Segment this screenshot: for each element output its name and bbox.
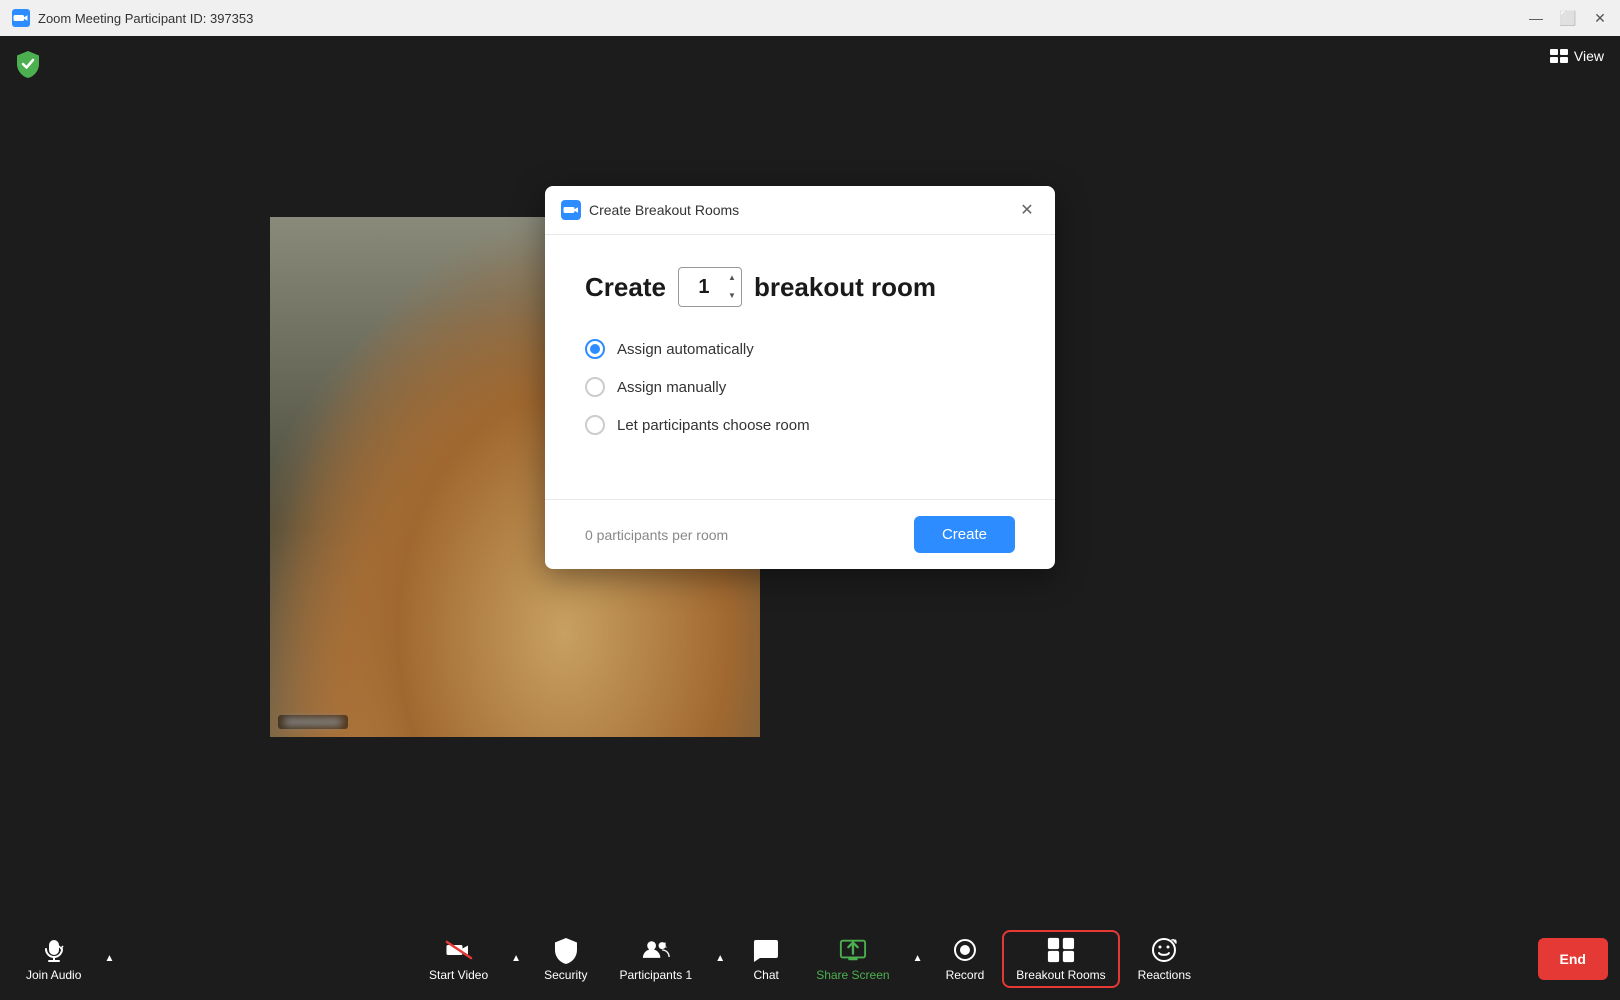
let-participants-choose-option[interactable]: Let participants choose room (585, 415, 1015, 435)
join-audio-button[interactable]: Join Audio (12, 930, 95, 988)
svg-text:1: 1 (663, 942, 667, 949)
toolbar: Join Audio ▲ Start Video ▲ (0, 917, 1620, 1000)
assign-auto-radio[interactable] (585, 339, 605, 359)
chat-button[interactable]: Chat (734, 930, 798, 988)
title-bar-left: Zoom Meeting Participant ID: 397353 (12, 9, 253, 27)
dialog-close-button[interactable]: ✕ (1015, 198, 1039, 222)
participants-choose-radio[interactable] (585, 415, 605, 435)
participants-icon: 1 (642, 936, 670, 964)
record-icon (951, 936, 979, 964)
participants-label: Participants 1 (619, 968, 692, 982)
toolbar-right: End (1538, 938, 1608, 980)
share-screen-label: Share Screen (816, 968, 889, 982)
breakout-rooms-label: Breakout Rooms (1016, 968, 1105, 982)
participants-button[interactable]: 1 Participants 1 (605, 930, 706, 988)
create-breakout-rooms-button[interactable]: Create (914, 516, 1015, 553)
share-screen-icon (839, 936, 867, 964)
zoom-dialog-icon (561, 200, 581, 220)
reactions-icon (1150, 936, 1178, 964)
toolbar-left: Join Audio ▲ (12, 930, 119, 988)
assign-automatically-option[interactable]: Assign automatically (585, 339, 1015, 359)
security-toolbar-icon (552, 936, 580, 964)
start-video-button[interactable]: Start Video (415, 930, 502, 988)
title-bar-controls: — ⬜ ✕ (1528, 10, 1608, 26)
participants-per-room-info: 0 participants per room (585, 527, 728, 543)
zoom-icon (12, 9, 30, 27)
close-button[interactable]: ✕ (1592, 10, 1608, 26)
start-video-icon (445, 936, 473, 964)
join-audio-label: Join Audio (26, 968, 81, 982)
main-content: View Create Breakout Rooms ✕ Cr (0, 36, 1620, 917)
security-button[interactable]: Security (530, 930, 601, 988)
room-count-wrapper: ▲ ▼ (678, 267, 742, 307)
assign-auto-label: Assign automatically (617, 341, 754, 358)
view-label: View (1574, 48, 1604, 64)
breakout-rooms-button[interactable]: Breakout Rooms (1002, 930, 1119, 988)
assign-manual-radio[interactable] (585, 377, 605, 397)
reactions-label: Reactions (1138, 968, 1191, 982)
decrement-button[interactable]: ▼ (724, 287, 740, 305)
chat-icon (752, 936, 780, 964)
participants-chevron[interactable]: ▲ (710, 939, 730, 979)
spinner-buttons: ▲ ▼ (724, 269, 740, 305)
increment-button[interactable]: ▲ (724, 269, 740, 287)
assignment-options: Assign automatically Assign manually Let… (585, 339, 1015, 435)
reactions-button[interactable]: Reactions (1124, 930, 1205, 988)
security-shield-icon (12, 48, 44, 80)
title-bar: Zoom Meeting Participant ID: 397353 — ⬜ … (0, 0, 1620, 36)
dialog-header-left: Create Breakout Rooms (561, 200, 739, 220)
title-bar-title: Zoom Meeting Participant ID: 397353 (38, 11, 253, 26)
start-video-chevron[interactable]: ▲ (506, 939, 526, 979)
maximize-button[interactable]: ⬜ (1560, 10, 1576, 26)
breakout-rooms-icon (1047, 936, 1075, 964)
join-audio-chevron[interactable]: ▲ (99, 939, 119, 979)
record-button[interactable]: Record (932, 930, 999, 988)
participant-name-tag (278, 715, 348, 729)
join-audio-icon (40, 936, 68, 964)
record-label: Record (946, 968, 985, 982)
share-screen-button[interactable]: Share Screen (802, 930, 903, 988)
share-screen-chevron[interactable]: ▲ (908, 939, 928, 979)
dialog-title: Create Breakout Rooms (589, 202, 739, 218)
end-button[interactable]: End (1538, 938, 1608, 980)
create-rooms-header: Create ▲ ▼ breakout room (585, 267, 1015, 307)
toolbar-center: Start Video ▲ Security 1 (415, 930, 1205, 988)
create-text: Create (585, 272, 666, 303)
dialog-footer: 0 participants per room Create (545, 499, 1055, 569)
assign-manual-label: Assign manually (617, 379, 726, 396)
breakout-rooms-dialog: Create Breakout Rooms ✕ Create ▲ ▼ break… (545, 186, 1055, 569)
chat-label: Chat (754, 968, 779, 982)
security-label: Security (544, 968, 587, 982)
assign-manually-option[interactable]: Assign manually (585, 377, 1015, 397)
breakout-room-text: breakout room (754, 272, 936, 303)
view-button[interactable]: View (1550, 48, 1604, 64)
dialog-body: Create ▲ ▼ breakout room Assign automati… (545, 235, 1055, 499)
start-video-label: Start Video (429, 968, 488, 982)
grid-view-icon (1550, 49, 1568, 63)
participants-choose-label: Let participants choose room (617, 417, 810, 434)
dialog-header: Create Breakout Rooms ✕ (545, 186, 1055, 235)
minimize-button[interactable]: — (1528, 10, 1544, 26)
